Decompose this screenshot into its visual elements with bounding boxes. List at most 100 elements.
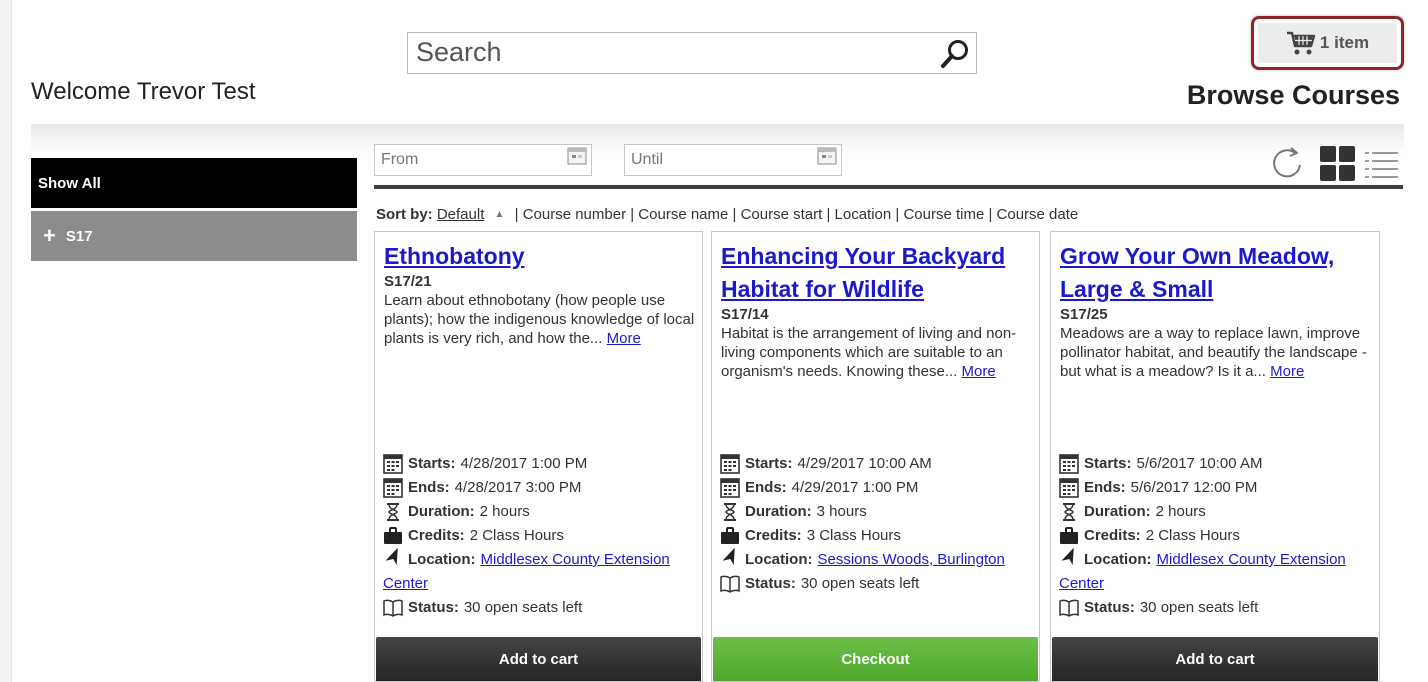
course-ends: Ends: 5/6/2017 12:00 PM (1059, 476, 1373, 500)
starts-value: 4/29/2017 10:00 AM (797, 455, 932, 472)
expand-plus-icon: + (43, 223, 56, 248)
course-duration: Duration: 2 hours (1059, 500, 1373, 524)
more-link[interactable]: More (607, 330, 641, 347)
cart-button[interactable]: 1 item (1251, 16, 1404, 70)
course-credits: Credits: 2 Class Hours (383, 524, 696, 548)
until-date-input[interactable] (625, 145, 811, 175)
course-description: Meadows are a way to replace lawn, impro… (1060, 324, 1373, 381)
sort-default-link[interactable]: Default (437, 206, 485, 223)
search-icon[interactable] (940, 38, 970, 70)
course-status: Status: 30 open seats left (383, 596, 696, 620)
course-code: S17/25 (1060, 306, 1108, 323)
search-input[interactable] (408, 33, 928, 71)
starts-label: Starts: (745, 455, 793, 472)
credits-label: Credits: (745, 527, 802, 544)
more-link[interactable]: More (1270, 363, 1304, 380)
status-label: Status: (745, 575, 796, 592)
status-value: 30 open seats left (463, 599, 583, 616)
starts-value: 5/6/2017 10:00 AM (1136, 455, 1263, 472)
course-ends: Ends: 4/28/2017 3:00 PM (383, 476, 696, 500)
course-card: Ethnobatony S17/21 Learn about ethnobota… (374, 231, 703, 682)
status-label: Status: (408, 599, 459, 616)
ends-value: 4/29/2017 1:00 PM (791, 479, 919, 496)
location-arrow-icon (385, 548, 398, 566)
course-credits: Credits: 2 Class Hours (1059, 524, 1373, 548)
course-details: Starts: 4/28/2017 1:00 PM Ends: 4/28/2017 … (383, 452, 696, 620)
course-credits: Credits: 3 Class Hours (720, 524, 1033, 548)
book-icon (383, 599, 403, 617)
location-arrow-icon (722, 548, 735, 566)
calendar-icon (720, 454, 740, 474)
calendar-icon[interactable] (817, 147, 837, 165)
calendar-icon (383, 454, 403, 474)
duration-label: Duration: (1084, 503, 1151, 520)
location-link[interactable]: Sessions Woods, Burlington (818, 551, 1005, 568)
grid-view-icon[interactable] (1320, 146, 1356, 182)
category-sidebar: Show All + S17 (31, 158, 357, 261)
calendar-icon[interactable] (567, 147, 587, 165)
location-label: Location: (745, 551, 813, 568)
course-description: Learn about ethnobotany (how people use … (384, 291, 696, 348)
course-title-link[interactable]: Grow Your Own Meadow, Large & Small (1060, 240, 1373, 306)
course-description-text: Meadows are a way to replace lawn, impro… (1060, 325, 1367, 380)
shopping-cart-icon (1286, 31, 1316, 55)
page-title: Browse Courses (1186, 80, 1400, 110)
course-details: Starts: 5/6/2017 10:00 AM Ends: 5/6/2017 1… (1059, 452, 1373, 620)
course-ends: Ends: 4/29/2017 1:00 PM (720, 476, 1033, 500)
hourglass-icon (387, 503, 399, 521)
checkout-button[interactable]: Checkout (713, 637, 1038, 681)
course-title-link[interactable]: Ethnobatony (384, 240, 696, 273)
add-to-cart-button[interactable]: Add to cart (376, 637, 701, 681)
course-duration: Duration: 2 hours (383, 500, 696, 524)
sidebar-item-show-all[interactable]: Show All (31, 158, 357, 208)
credits-label: Credits: (1084, 527, 1141, 544)
cart-button-inner: 1 item (1258, 23, 1397, 63)
duration-value: 2 hours (479, 503, 530, 520)
sort-ascending-icon[interactable]: ▲ (495, 209, 505, 220)
calendar-icon (1059, 454, 1079, 474)
refresh-icon[interactable] (1269, 145, 1305, 181)
ends-label: Ends: (408, 479, 450, 496)
course-details: Starts: 4/29/2017 10:00 AM Ends: 4/29/2017… (720, 452, 1033, 596)
starts-value: 4/28/2017 1:00 PM (460, 455, 588, 472)
starts-label: Starts: (408, 455, 456, 472)
list-view-icon[interactable] (1364, 150, 1400, 180)
course-description-text: Learn about ethnobotany (how people use … (384, 292, 695, 347)
starts-label: Starts: (1084, 455, 1132, 472)
course-card: Grow Your Own Meadow, Large & Small S17/… (1050, 231, 1380, 682)
credits-value: 2 Class Hours (1145, 527, 1240, 544)
course-title-link[interactable]: Enhancing Your Backyard Habitat for Wild… (721, 240, 1033, 306)
ends-label: Ends: (745, 479, 787, 496)
duration-label: Duration: (408, 503, 475, 520)
course-starts: Starts: 4/29/2017 10:00 AM (720, 452, 1033, 476)
location-arrow-icon (1061, 548, 1074, 566)
status-value: 30 open seats left (800, 575, 920, 592)
hourglass-icon (1063, 503, 1075, 521)
location-label: Location: (1084, 551, 1152, 568)
sort-options-links[interactable]: | Course number | Course name | Course s… (515, 206, 1079, 223)
course-location: Location: Middlesex County Extension Cent… (1059, 548, 1373, 596)
course-starts: Starts: 5/6/2017 10:00 AM (1059, 452, 1373, 476)
toolbar-divider (374, 185, 1403, 189)
from-date-input[interactable] (375, 145, 561, 175)
sidebar-item-label: S17 (65, 227, 93, 245)
search-box (407, 32, 977, 74)
status-value: 30 open seats left (1139, 599, 1259, 616)
credits-label: Credits: (408, 527, 465, 544)
hourglass-icon (724, 503, 736, 521)
calendar-icon (720, 478, 740, 498)
location-label: Location: (408, 551, 476, 568)
button-label: Add to cart (498, 650, 579, 668)
sidebar-item-s17[interactable]: + S17 (31, 211, 357, 261)
more-link[interactable]: More (962, 363, 996, 380)
ends-label: Ends: (1084, 479, 1126, 496)
sidebar-item-label: Show All (38, 174, 101, 192)
ends-value: 4/28/2017 3:00 PM (454, 479, 582, 496)
course-code: S17/21 (384, 273, 432, 290)
course-description: Habitat is the arrangement of living and… (721, 324, 1033, 381)
add-to-cart-button[interactable]: Add to cart (1052, 637, 1378, 681)
course-status: Status: 30 open seats left (720, 572, 1033, 596)
book-icon (720, 575, 740, 593)
course-location: Location: Sessions Woods, Burlington (720, 548, 1033, 572)
sort-bar: Sort by: Default ▲ | Course number | Cou… (376, 206, 1078, 223)
